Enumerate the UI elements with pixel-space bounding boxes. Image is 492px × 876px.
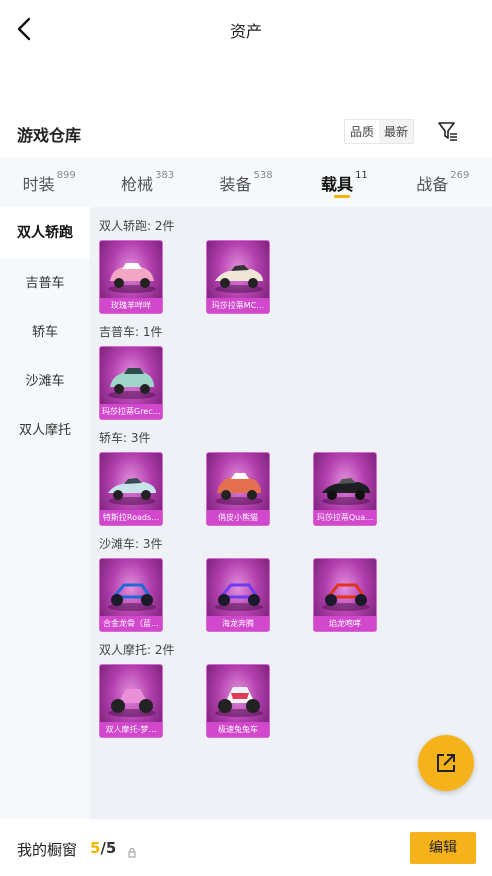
car-image (215, 473, 263, 505)
page-title: 资产 (229, 22, 262, 41)
motorcycle-image (215, 687, 263, 717)
tab-label: 战备 (416, 175, 449, 194)
item-card[interactable]: 俏皮小熊猫 (206, 452, 270, 526)
sort-quality-button[interactable]: 品质 (345, 120, 380, 143)
item-name: 俏皮小熊猫 (207, 510, 269, 525)
item-card[interactable]: 极速兔兔车 (206, 664, 270, 738)
item-card[interactable]: 玫瑰羊咩咩 (99, 240, 163, 314)
buggy-image (108, 583, 156, 611)
sidebar-item-buggy[interactable]: 沙滩车 (0, 357, 90, 406)
lock-icon (128, 843, 136, 858)
tab-count: 538 (253, 170, 273, 181)
item-card[interactable]: 双人摩托-梦… (99, 664, 163, 738)
group-title: 双人摩托: 2件 (99, 643, 175, 657)
tab-fashion[interactable]: 时装 899 (0, 157, 98, 207)
sort-toggle: 品质 最新 (344, 119, 415, 144)
tab-label: 载具 (321, 175, 354, 194)
sidebar-item-jeep[interactable]: 吉普车 (0, 259, 90, 308)
group-title: 轿车: 3件 (99, 431, 151, 445)
tab-count: 899 (56, 170, 76, 181)
warehouse-header: 游戏仓库 品质 最新 (0, 118, 492, 148)
sort-newest-button[interactable]: 最新 (379, 120, 413, 143)
tab-label: 装备 (219, 175, 252, 194)
item-name: 焰龙咆哮 (314, 616, 376, 631)
group-title: 双人轿跑: 2件 (99, 219, 175, 233)
tab-count: 269 (450, 170, 470, 181)
item-name: 玫瑰羊咩咩 (100, 298, 162, 313)
item-card[interactable]: 玛莎拉蒂Qua… (313, 452, 377, 526)
sidebar-item-two-seat-coupe[interactable]: 双人轿跑 (0, 207, 90, 259)
tab-label: 枪械 (121, 175, 154, 194)
item-name: 玛莎拉蒂Qua… (314, 510, 376, 525)
tab-vehicles[interactable]: 载具 11 (295, 157, 393, 207)
item-card[interactable]: 玛莎拉蒂Grec… (99, 346, 163, 420)
showcase-count: 5/5 (90, 839, 116, 857)
tab-count: 383 (155, 170, 175, 181)
showcase-label: 我的橱窗 (17, 841, 78, 859)
tab-equipment[interactable]: 装备 538 (197, 157, 295, 207)
item-name: 极速兔兔车 (207, 722, 269, 737)
tab-supplies[interactable]: 战备 269 (394, 157, 492, 207)
showcase-count-current: 5 (90, 839, 101, 857)
group-title: 沙滩车: 3件 (99, 537, 163, 551)
group-title: 吉普车: 1件 (99, 325, 163, 339)
car-image (108, 478, 156, 505)
item-card[interactable]: 焰龙咆哮 (313, 558, 377, 632)
car-image (108, 263, 156, 293)
tab-guns[interactable]: 枪械 383 (98, 157, 196, 207)
item-name: 玛莎拉蒂MC… (207, 298, 269, 313)
car-image (215, 265, 263, 293)
vehicle-list: 双人轿跑: 2件 玫瑰羊咩咩 玛莎拉蒂MC… 吉普车: 1件 玛莎拉蒂Grec…… (90, 207, 492, 819)
filter-icon[interactable] (437, 120, 459, 142)
item-card[interactable]: 特斯拉Roads… (99, 452, 163, 526)
tab-label: 时装 (22, 175, 55, 194)
buggy-image (215, 583, 263, 611)
item-name: 双人摩托-梦… (100, 722, 162, 737)
item-name: 海龙奔腾 (207, 616, 269, 631)
category-tabs: 时装 899 枪械 383 装备 538 载具 11 战备 269 (0, 157, 492, 207)
sidebar-item-sedan[interactable]: 轿车 (0, 308, 90, 357)
sidebar-item-two-seat-motorcycle[interactable]: 双人摩托 (0, 406, 90, 455)
item-name: 玛莎拉蒂Grec… (100, 404, 162, 419)
share-button[interactable] (418, 735, 474, 791)
car-image (322, 478, 370, 505)
tab-count: 11 (355, 170, 368, 181)
item-name: 合金龙骨（蓝… (100, 616, 162, 631)
car-image (108, 368, 156, 399)
item-card[interactable]: 海龙奔腾 (206, 558, 270, 632)
external-link-icon (437, 754, 455, 772)
item-name: 特斯拉Roads… (100, 510, 162, 525)
motorcycle-image (108, 689, 156, 717)
item-card[interactable]: 合金龙骨（蓝… (99, 558, 163, 632)
vehicle-type-sidebar: 双人轿跑 吉普车 轿车 沙滩车 双人摩托 (0, 207, 90, 819)
edit-button[interactable]: 编辑 (410, 832, 476, 864)
buggy-image (322, 583, 370, 611)
warehouse-title: 游戏仓库 (17, 126, 82, 145)
item-card[interactable]: 玛莎拉蒂MC… (206, 240, 270, 314)
showcase-bar: 我的橱窗 5/5 编辑 (0, 819, 492, 876)
showcase-count-total: 5 (105, 839, 117, 857)
top-bar: 资产 (0, 0, 492, 58)
